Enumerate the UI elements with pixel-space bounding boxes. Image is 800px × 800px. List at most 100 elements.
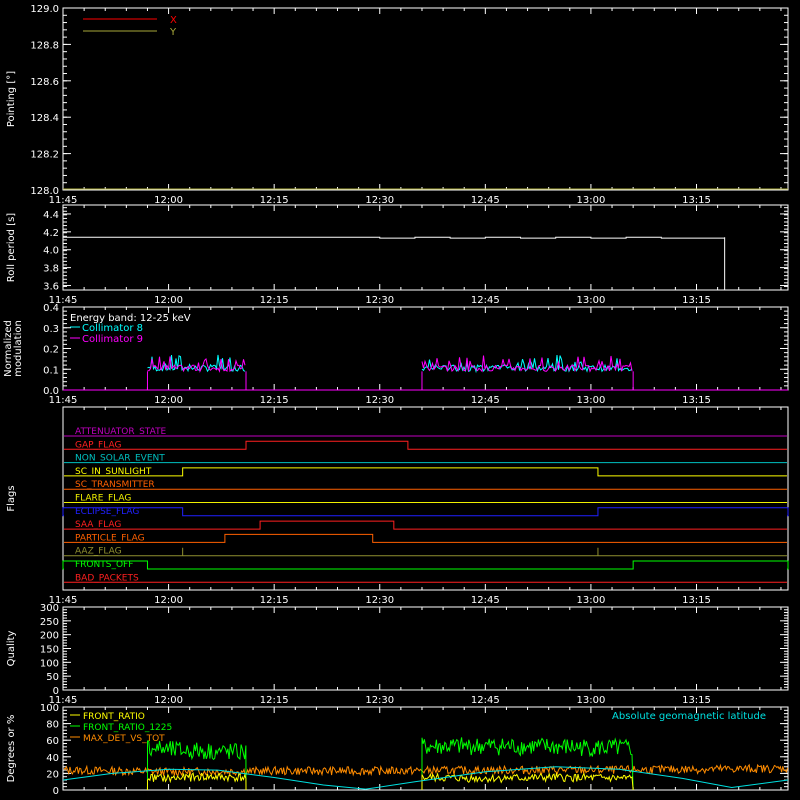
- x-tick-label: 12:45: [471, 595, 500, 606]
- max-det-vs-tot-trace: [63, 763, 789, 777]
- x-tick-label: 12:00: [154, 595, 183, 606]
- x-tick-label: 12:15: [260, 195, 289, 206]
- observing-summary-plot: 11:45 12:00 12:15 12:30 12:45 13:00 13:15Point…: [3, 4, 789, 797]
- flag-trace: [64, 533, 787, 543]
- y-tick-label: 3.6: [43, 282, 59, 293]
- panel-frame: [62, 406, 789, 591]
- panel-roll: 11:45 12:00 12:15 12:30 12:45 13:00 13:15Roll …: [6, 204, 789, 306]
- flag-label: SC_TRANSMITTER: [75, 480, 155, 490]
- y-axis-label: Degrees or %: [6, 715, 17, 783]
- flag-trace: [64, 547, 787, 557]
- x-tick-label: 13:00: [576, 395, 605, 406]
- x-tick-label: 12:30: [365, 695, 394, 706]
- front-ratio-trace: [146, 772, 247, 791]
- panel-pointing: 11:45 12:00 12:15 12:30 12:45 13:00 13:15Point…: [6, 4, 789, 206]
- y-tick-label: 0.1: [43, 365, 59, 376]
- x-tick-label: 13:00: [576, 295, 605, 306]
- y-tick-label: 80: [46, 720, 59, 731]
- flag-label: PARTICLE_FLAG: [75, 533, 145, 543]
- y-tick-label: 50: [46, 672, 59, 683]
- x-tick-label: 12:45: [471, 295, 500, 306]
- x-tick-label: 12:15: [260, 595, 289, 606]
- x-tick-label: 12:30: [365, 395, 394, 406]
- x-tick-label: 13:15: [682, 595, 711, 606]
- flag-label: BAD_PACKETS: [75, 573, 139, 583]
- y-tick-label: 4.4: [43, 210, 59, 221]
- y-axis-label: modulation: [13, 320, 24, 377]
- flag-trace: [64, 467, 787, 477]
- y-tick-label: 200: [40, 631, 59, 642]
- x-tick-label: 13:15: [682, 395, 711, 406]
- panel-frame: [62, 204, 789, 291]
- flag-label: SC_IN_SUNLIGHT: [75, 467, 152, 477]
- y-tick-label: 150: [40, 645, 59, 656]
- legend-label: MAX_DET_VS_TOT: [83, 734, 165, 744]
- y-tick-label: 0: [53, 786, 59, 797]
- flag-label: GAP_FLAG: [75, 440, 121, 450]
- y-tick-label: 300: [40, 603, 59, 614]
- y-tick-label: 250: [40, 617, 59, 628]
- flag-label: ATTENUATOR_STATE: [75, 427, 167, 437]
- y-tick-label: 0.4: [43, 303, 59, 314]
- y-tick-label: 128.8: [30, 40, 59, 51]
- panel-quality: 11:45 12:00 12:15 12:30 12:45 13:00 13:15Quali…: [6, 603, 789, 706]
- x-tick-label: 12:30: [365, 595, 394, 606]
- flag-label: SAA_FLAG: [75, 520, 121, 530]
- y-tick-label: 128.6: [30, 77, 59, 88]
- flag-label: ECLIPSE_FLAG: [75, 507, 139, 517]
- x-tick-label: 12:30: [365, 195, 394, 206]
- y-tick-label: 60: [46, 736, 59, 747]
- flag-label: NON_SOLAR_EVENT: [75, 454, 165, 464]
- y-tick-label: 0: [53, 686, 59, 697]
- x-tick-label: 13:15: [682, 195, 711, 206]
- y-axis-label: Quality: [6, 631, 17, 667]
- x-tick-label: 13:15: [682, 695, 711, 706]
- roll-period-line: [63, 236, 726, 290]
- y-tick-label: 129.0: [30, 4, 59, 15]
- flag-label: AAZ_FLAG: [75, 547, 122, 557]
- x-tick-label: 12:45: [471, 195, 500, 206]
- flag-trace: [62, 560, 789, 570]
- x-tick-label: 12:00: [154, 395, 183, 406]
- x-tick-label: 12:15: [260, 695, 289, 706]
- y-tick-label: 4.0: [43, 246, 59, 257]
- x-tick-label: 13:00: [576, 695, 605, 706]
- x-tick-label: 13:00: [576, 595, 605, 606]
- front-ratio-1225-trace: [146, 740, 247, 791]
- legend-label: FRONT_RATIO_1225: [83, 723, 172, 733]
- x-tick-label: 13:00: [576, 195, 605, 206]
- y-tick-label: 128.0: [30, 186, 59, 197]
- modulation-trace-c9: [421, 355, 633, 373]
- legend-label: FRONT_RATIO: [83, 712, 145, 722]
- y-tick-label: 3.8: [43, 264, 59, 275]
- legend-label: Absolute geomagnetic latitude: [612, 711, 766, 722]
- legend-label: Collimator 9: [82, 334, 143, 345]
- y-axis-label: Flags: [6, 485, 17, 511]
- modulation-trace-c8: [147, 354, 246, 373]
- y-axis-label: Pointing [°]: [6, 71, 17, 127]
- y-tick-label: 100: [40, 658, 59, 669]
- y-tick-label: 0.2: [43, 345, 59, 356]
- y-tick-label: 128.4: [30, 113, 59, 124]
- y-axis-label: Roll period [s]: [6, 213, 17, 282]
- legend-label: Collimator 8: [82, 323, 143, 334]
- x-tick-label: 13:15: [682, 295, 711, 306]
- legend-label: Y: [169, 27, 177, 38]
- y-tick-label: 20: [46, 769, 59, 780]
- x-tick-label: 12:45: [471, 395, 500, 406]
- y-tick-label: 40: [46, 753, 59, 764]
- y-tick-label: 0.0: [43, 386, 59, 397]
- y-tick-label: 100: [40, 703, 59, 714]
- flag-label: FRONTS_OFF: [75, 560, 133, 570]
- x-tick-label: 12:15: [260, 295, 289, 306]
- front-ratio-1225-trace: [421, 737, 634, 791]
- flag-trace: [64, 440, 787, 450]
- flag-label: FLARE_FLAG: [75, 494, 131, 504]
- x-tick-label: 12:00: [154, 295, 183, 306]
- x-tick-label: 12:00: [154, 695, 183, 706]
- y-tick-label: 4.2: [43, 228, 59, 239]
- x-tick-label: 12:30: [365, 295, 394, 306]
- x-tick-label: 12:00: [154, 195, 183, 206]
- y-tick-label: 0.3: [43, 324, 59, 335]
- panel-frame: [62, 606, 789, 691]
